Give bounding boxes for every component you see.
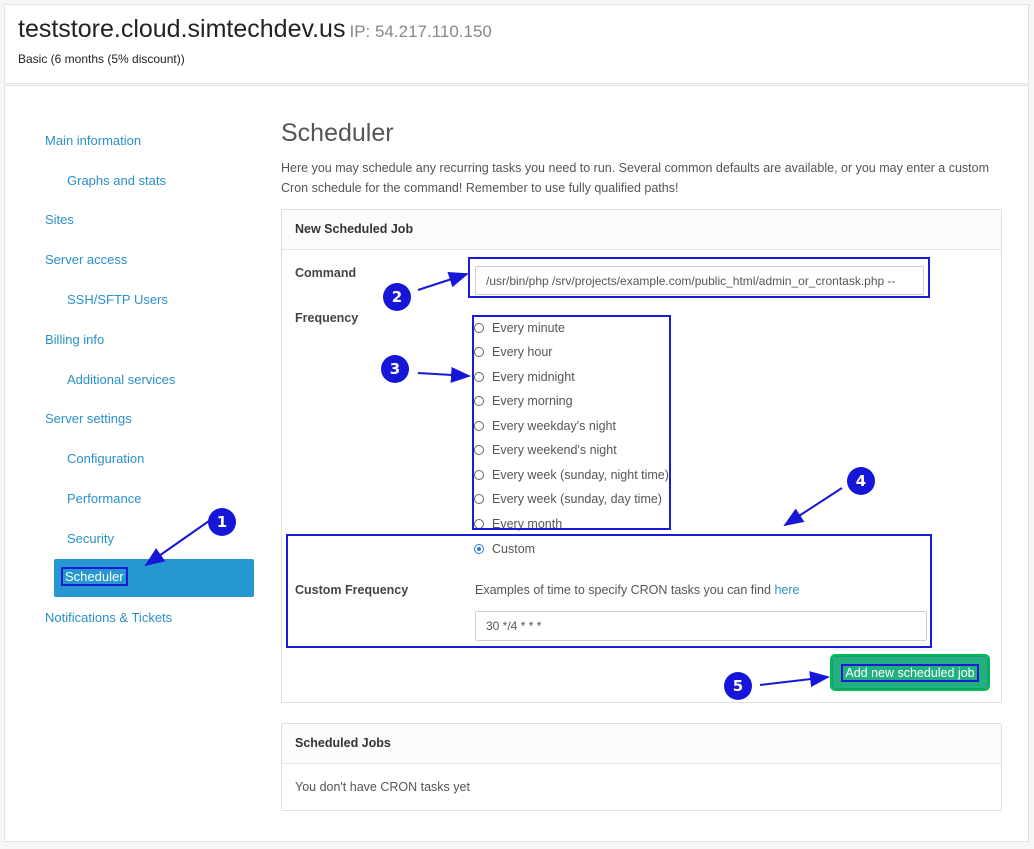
radio-button[interactable]	[474, 519, 484, 529]
frequency-option-every-hour[interactable]: Every hour	[474, 344, 552, 360]
sidebar-item-server-access[interactable]: Server access	[45, 252, 127, 267]
radio-button[interactable]	[474, 323, 484, 333]
page-title: Scheduler	[281, 119, 394, 147]
sidebar-item-billing-info[interactable]: Billing info	[45, 332, 104, 347]
radio-button[interactable]	[474, 544, 484, 554]
annotation-badge-4: 4	[847, 467, 875, 495]
frequency-option-every-minute[interactable]: Every minute	[474, 320, 565, 336]
frequency-option-label: Every month	[492, 517, 563, 531]
cron-examples-text: Examples of time to specify CRON tasks y…	[475, 583, 799, 597]
sidebar-item-graphs-and-stats[interactable]: Graphs and stats	[67, 173, 166, 188]
frequency-option-every-morning[interactable]: Every morning	[474, 393, 573, 409]
page-description: Here you may schedule any recurring task…	[281, 161, 989, 195]
scheduled-jobs-heading: Scheduled Jobs	[282, 724, 1001, 764]
sidebar-item-notifications-tickets[interactable]: Notifications & Tickets	[45, 610, 172, 625]
frequency-option-label: Custom	[492, 542, 536, 556]
add-button-label: Add new scheduled job	[841, 663, 979, 682]
main-panel: Main information Graphs and stats Sites …	[4, 85, 1029, 842]
radio-button[interactable]	[474, 396, 484, 406]
annotation-badge-3: 3	[381, 355, 409, 383]
sidebar-item-performance[interactable]: Performance	[67, 491, 141, 506]
sidebar-item-sites[interactable]: Sites	[45, 212, 74, 227]
command-input[interactable]	[475, 266, 924, 295]
new-job-panel: New Scheduled Job Command Frequency Ever…	[281, 209, 1002, 703]
radio-button[interactable]	[474, 421, 484, 431]
radio-button[interactable]	[474, 494, 484, 504]
add-scheduled-job-button[interactable]: Add new scheduled job	[830, 654, 990, 691]
examples-text: Examples of time to specify CRON tasks y…	[475, 583, 771, 597]
examples-link[interactable]: here	[774, 583, 799, 597]
annotation-badge-5: 5	[724, 672, 752, 700]
scheduled-jobs-panel: Scheduled Jobs You don't have CRON tasks…	[281, 723, 1002, 811]
command-label: Command	[295, 266, 357, 280]
frequency-option-label: Every hour	[492, 345, 553, 359]
sidebar-item-scheduler[interactable]: Scheduler	[54, 559, 254, 597]
server-title: teststore.cloud.simtechdev.us IP: 54.217.…	[18, 15, 492, 44]
frequency-option-label: Every midnight	[492, 370, 575, 384]
frequency-option-label: Every weekend's night	[492, 443, 617, 457]
sidebar-item-label: Scheduler	[61, 567, 128, 586]
radio-button[interactable]	[474, 445, 484, 455]
hostname: teststore.cloud.simtechdev.us	[18, 15, 346, 43]
radio-button[interactable]	[474, 470, 484, 480]
frequency-label: Frequency	[295, 311, 359, 325]
radio-button[interactable]	[474, 372, 484, 382]
annotation-badge-1: 1	[208, 508, 236, 536]
server-ip: IP: 54.217.110.150	[349, 22, 492, 41]
frequency-option-label: Every weekday's night	[492, 419, 616, 433]
frequency-option-label: Every morning	[492, 394, 573, 408]
frequency-option-label: Every week (sunday, night time)	[492, 468, 669, 482]
annotation-badge-2: 2	[383, 283, 411, 311]
frequency-option-week-day[interactable]: Every week (sunday, day time)	[474, 491, 662, 507]
radio-button[interactable]	[474, 347, 484, 357]
new-job-heading: New Scheduled Job	[282, 210, 1001, 250]
custom-frequency-input[interactable]	[475, 611, 927, 641]
frequency-option-custom[interactable]: Custom	[474, 541, 535, 557]
sidebar-item-main-information[interactable]: Main information	[45, 133, 141, 148]
frequency-option-label: Every minute	[492, 321, 565, 335]
sidebar-item-ssh-sftp-users[interactable]: SSH/SFTP Users	[67, 292, 168, 307]
frequency-option-weekend-night[interactable]: Every weekend's night	[474, 442, 617, 458]
frequency-option-week-night[interactable]: Every week (sunday, night time)	[474, 467, 669, 483]
sidebar-item-security[interactable]: Security	[67, 531, 114, 546]
frequency-option-every-month[interactable]: Every month	[474, 516, 562, 532]
custom-frequency-label: Custom Frequency	[295, 583, 409, 597]
sidebar-item-server-settings[interactable]: Server settings	[45, 411, 132, 426]
frequency-option-weekday-night[interactable]: Every weekday's night	[474, 418, 616, 434]
plan-label: Basic (6 months (5% discount))	[18, 52, 185, 66]
sidebar-item-configuration[interactable]: Configuration	[67, 451, 144, 466]
empty-jobs-message: You don't have CRON tasks yet	[295, 780, 470, 794]
sidebar-item-additional-services[interactable]: Additional services	[67, 372, 175, 387]
frequency-option-label: Every week (sunday, day time)	[492, 492, 662, 506]
server-header: teststore.cloud.simtechdev.us IP: 54.217.…	[4, 4, 1029, 84]
frequency-option-every-midnight[interactable]: Every midnight	[474, 369, 575, 385]
